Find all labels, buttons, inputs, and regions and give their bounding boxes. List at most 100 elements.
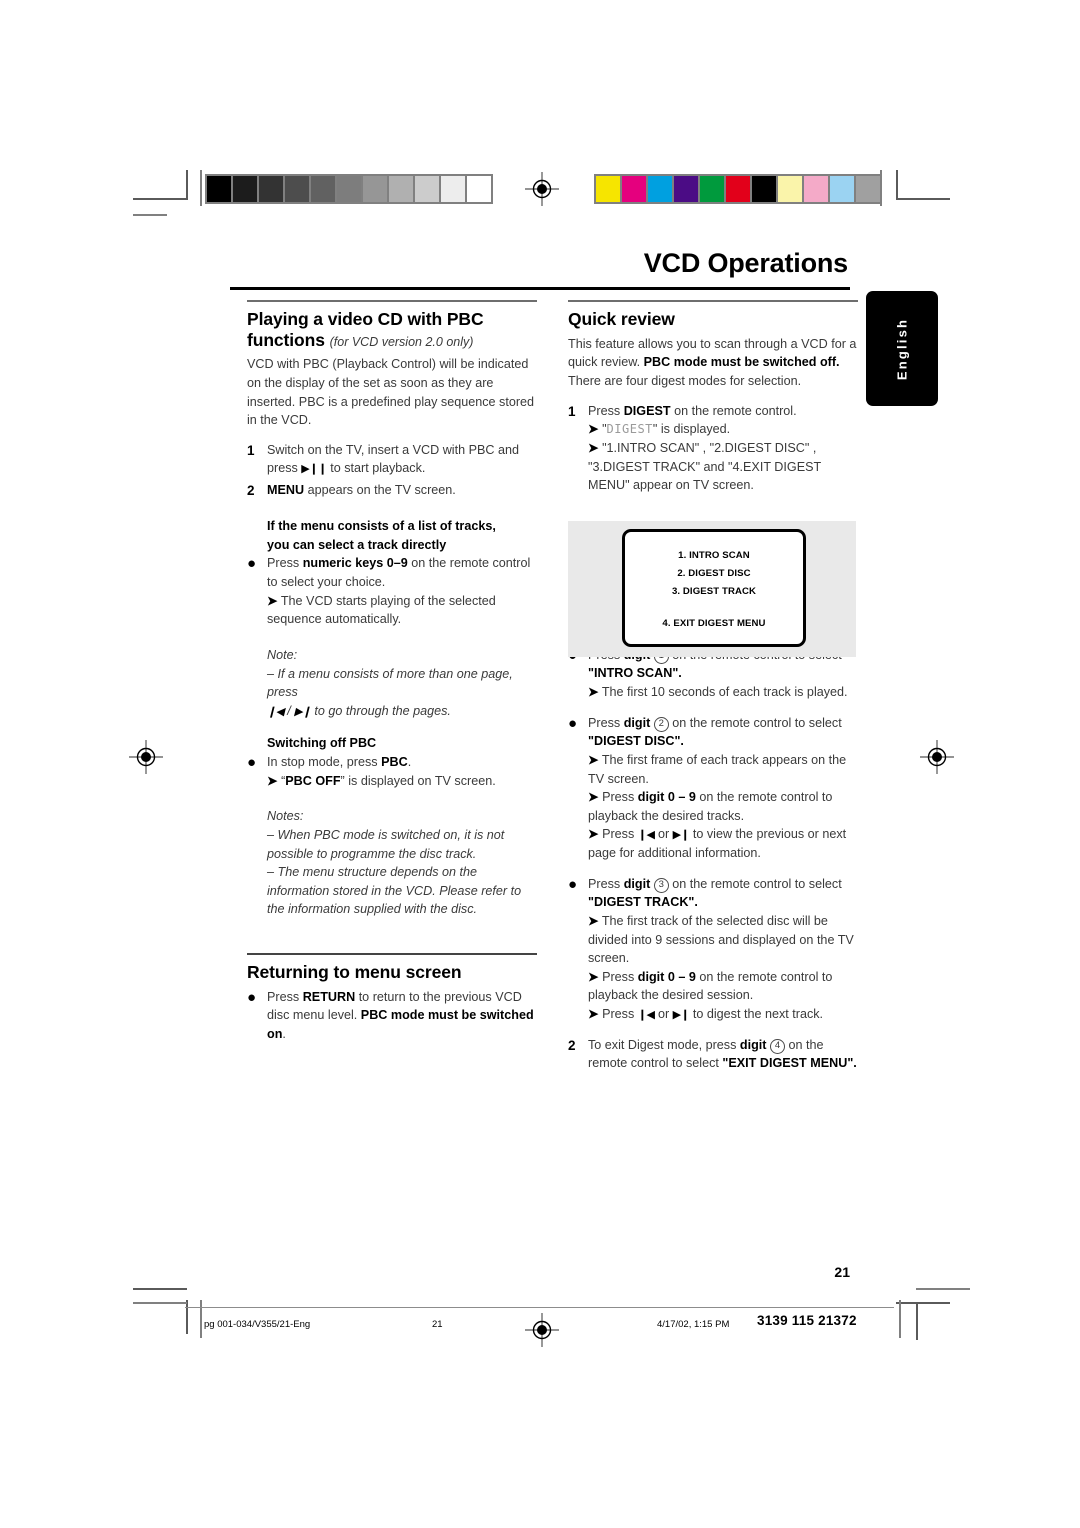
language-tab-label: English: [894, 317, 910, 380]
gray-swatch-3: [285, 176, 309, 202]
return-end: .: [282, 1026, 286, 1041]
digit-3-circle-icon: 3: [653, 877, 669, 893]
tv-menu-item-intro-scan: 1. INTRO SCAN: [678, 550, 750, 561]
b1-tail: on the remote control to select: [672, 715, 842, 730]
tv-screen-frame: 1. INTRO SCAN 2. DIGEST DISC 3. DIGEST T…: [622, 529, 806, 647]
gray-swatch-2: [259, 176, 283, 202]
arrow-icon: ➤: [588, 913, 599, 928]
next-track-icon: ▶❙: [294, 705, 311, 718]
play-pause-icon: ▶❙❙: [301, 463, 327, 476]
crop-mark-top-left-h: [133, 198, 187, 200]
crop-mark-top-left-v: [186, 170, 188, 200]
bullet-text-numeric-keys: Press numeric keys 0–9 on the remote con…: [267, 554, 537, 629]
digest-menu-list-text: "1.INTRO SCAN" , "2.DIGEST DISC" , "3.DI…: [588, 440, 821, 493]
pbc-arrow-rest: ” is displayed on TV screen.: [340, 773, 496, 788]
step-text-digest-2: To exit Digest mode, press digit 4 on th…: [588, 1036, 858, 1073]
crop-mark-top-right-h: [896, 198, 950, 200]
step-row-1: 1 Switch on the TV, insert a VCD with PB…: [247, 441, 537, 478]
tv-screen-illustration: 1. INTRO SCAN 2. DIGEST DISC 3. DIGEST T…: [568, 521, 856, 657]
digest-step1-bold: DIGEST: [623, 403, 671, 418]
gray-swatch-8: [415, 176, 439, 202]
sub-heading-line-2: you can select a track directly: [267, 537, 447, 552]
crop-mark-bottom-right-h: [896, 1302, 950, 1304]
b0-arrow-0: The first 10 seconds of each track is pl…: [601, 685, 848, 700]
color-swatch-2: [648, 176, 672, 202]
registration-mark-right: [920, 740, 954, 774]
crop-mark-top-left-bleed-v: [200, 170, 202, 206]
bullet-icon: ●: [568, 875, 578, 893]
return-bold-key: RETURN: [302, 989, 356, 1004]
bullet-row-pbc-off: ● In stop mode, press PBC. ➤ “PBC OFF” i…: [247, 753, 537, 790]
pbc-bullet-end: .: [407, 755, 412, 770]
gray-swatch-10: [467, 176, 491, 202]
right-column: Quick review This feature allows you to …: [568, 300, 858, 1076]
intro-bold: PBC mode must be switched off.: [643, 355, 840, 370]
b1-arrow-0: The first frame of each track appears on…: [588, 752, 847, 786]
bullet-text-digest-track: Press digit 3 on the remote control to s…: [588, 875, 858, 1024]
step-number-2: 2: [247, 483, 255, 499]
color-swatch-9: [830, 176, 854, 202]
step-number-2: 2: [568, 1037, 576, 1053]
step-text-1: Switch on the TV, insert a VCD with PBC …: [267, 441, 537, 478]
footer-divider: [185, 1307, 894, 1308]
bullet-icon: ●: [568, 714, 578, 732]
previous-track-icon: ❙◀: [637, 1009, 655, 1022]
previous-track-icon: ❙◀: [637, 829, 655, 842]
crop-mark-bottom-left-v: [186, 1300, 188, 1334]
tv-menu-item-digest-track: 3. DIGEST TRACK: [671, 586, 757, 597]
color-swatch-4: [700, 176, 724, 202]
pbc-bullet-bold: PBC: [381, 755, 408, 770]
tv-menu-item-digest-disc: 2. DIGEST DISC: [677, 568, 751, 579]
b2-arrow-or: or: [657, 1007, 670, 1022]
crop-mark-top-left-outer-h: [133, 214, 167, 216]
step2-rest: appears on the TV screen.: [307, 483, 456, 498]
step-text-digest-1: Press DIGEST on the remote control. ➤ "D…: [588, 402, 858, 495]
bullet-text-return: Press RETURN to return to the previous V…: [267, 988, 537, 1044]
footer-document-code: 3139 115 21372: [757, 1313, 857, 1328]
footer-file-reference: pg 001-034/V355/21-Eng: [204, 1319, 311, 1330]
pbc-bullet-lead: In stop mode, press: [267, 755, 378, 770]
color-swatch-5: [726, 176, 750, 202]
bullet-icon: ●: [247, 754, 257, 772]
bullet-row-return: ● Press RETURN to return to the previous…: [247, 988, 537, 1044]
bullet-icon: ●: [247, 555, 257, 573]
intro-text-b: There are four digest modes for selectio…: [568, 373, 802, 388]
arrow-icon: ➤: [588, 790, 599, 805]
step1-text-b: press: [267, 461, 298, 476]
section-divider-playing-vcd: [247, 300, 537, 302]
step-number-1: 1: [247, 442, 255, 458]
bullet-row-digest-disc: ● Press digit 2 on the remote control to…: [568, 714, 858, 863]
bullet-icon: ●: [247, 988, 257, 1006]
arrow-icon: ➤: [267, 593, 278, 608]
arrow-icon: ➤: [588, 752, 599, 767]
bullet1-lead: Press: [267, 556, 300, 571]
return-lead: Press: [267, 989, 300, 1004]
b2-arrow-press: Press: [602, 1007, 635, 1022]
crop-mark-top-right-v: [896, 170, 898, 200]
gray-swatch-5: [337, 176, 361, 202]
digest-step1-tail: on the remote control.: [674, 403, 797, 418]
note-text-a: If a menu consists of more than one page…: [267, 666, 513, 700]
notes-item-1: – When PBC mode is switched on, it is no…: [267, 827, 505, 861]
b1-target: "DIGEST DISC".: [588, 734, 684, 749]
crop-mark-bottom-right-v: [916, 1302, 918, 1340]
document-page: VCD Operations English Playing a video C…: [0, 0, 1080, 1528]
pbc-arrow-bold: PBC OFF: [285, 773, 341, 788]
bullet1-arrow-text: The VCD starts playing of the selected s…: [267, 593, 496, 627]
page-number: 21: [834, 1264, 850, 1280]
step-text-2: MENU appears on the TV screen.: [267, 481, 537, 500]
arrow-icon: ➤: [588, 827, 599, 842]
crop-mark-bottom-left-h: [133, 1288, 187, 1290]
color-swatch-7: [778, 176, 802, 202]
b2-arrow-digit-bold: digit 0 – 9: [637, 969, 696, 984]
arrow-icon: ➤: [588, 969, 599, 984]
b2-arrow-digit-pre: Press: [602, 969, 635, 984]
crop-mark-bottom-right-outer-h: [916, 1288, 970, 1290]
sub-heading-switching-off-pbc: Switching off PBC: [247, 734, 537, 753]
bullet-text-digest-disc: Press digit 2 on the remote control to s…: [588, 714, 858, 863]
gray-swatch-4: [311, 176, 335, 202]
note-text-b: to go through the pages.: [314, 703, 451, 718]
header-divider: [230, 287, 850, 290]
b1-bold: digit: [623, 715, 651, 730]
b1-arrow-digit-pre: Press: [602, 790, 635, 805]
